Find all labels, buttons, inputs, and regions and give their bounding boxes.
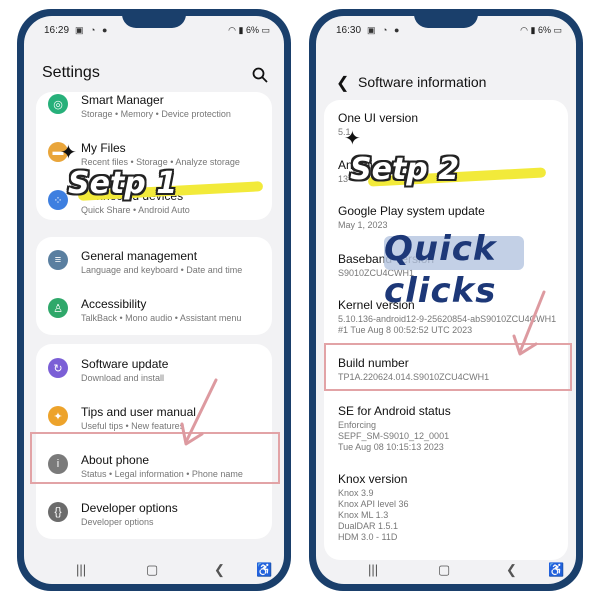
signal-icon: ▮	[238, 25, 244, 35]
search-icon[interactable]	[252, 67, 268, 83]
item-value-line-2: SEPF_SM-S9010_12_0001	[338, 431, 450, 441]
item-title: My Files	[81, 141, 126, 155]
about-phone-highlight	[30, 432, 280, 484]
item-subtitle: Download and install	[81, 373, 165, 383]
page-title: Settings	[42, 64, 100, 81]
accessibility-nav-icon[interactable]: ♿	[256, 562, 272, 578]
sparkle-icon: ✦	[60, 142, 77, 164]
item-title: Smart Manager	[81, 93, 164, 107]
update-icon: ↻	[48, 358, 68, 378]
notification-icons: ▣ ◔ ●	[75, 25, 110, 35]
item-title: General management	[81, 249, 198, 263]
item-value-line-2: #1 Tue Aug 8 00:52:52 UTC 2023	[338, 325, 473, 335]
item-value-line-1: Enforcing	[338, 420, 377, 430]
settings-item-smart-manager[interactable]: ◎ Smart Manager Storage • Memory • Devic…	[36, 92, 272, 132]
item-title: Developer options	[81, 501, 178, 515]
pointer-arrow-left	[180, 378, 218, 446]
item-value-line-3: Tue Aug 08 10:15:13 2023	[338, 442, 444, 452]
settings-item-general-management[interactable]: ≡ General management Language and keyboa…	[36, 240, 272, 288]
left-screen: 16:29 ▣ ◔ ● ◠ ▮ 6% ▭ Settings ◎ Smart Ma…	[24, 16, 284, 584]
status-bar: 16:30 ▣ ◔ ● ◠ ▮ 6% ▭	[316, 16, 576, 46]
status-bar: 16:29 ▣ ◔ ● ◠ ▮ 6% ▭	[24, 16, 284, 46]
back-icon[interactable]: ❮	[336, 73, 349, 93]
grid-icon: ⁘	[48, 190, 68, 210]
item-subtitle: Developer options	[81, 517, 154, 527]
battery-icon: ▭	[261, 25, 270, 35]
item-title: One UI version	[338, 111, 419, 125]
notification-icons: ▣ ◔ ●	[367, 25, 402, 35]
nav-bar: ||| ▢ ❮ ♿	[316, 556, 576, 584]
item-title: Knox version	[338, 472, 408, 486]
back-nav-icon[interactable]: ❮	[214, 562, 225, 578]
home-icon[interactable]: ▢	[146, 562, 158, 578]
item-value-line-1: Knox 3.9	[338, 488, 374, 498]
item-value: May 1, 2023	[338, 220, 388, 230]
accessibility-icon: ♙	[48, 298, 68, 318]
home-icon[interactable]: ▢	[438, 562, 450, 578]
item-subtitle: Language and keyboard • Date and time	[81, 265, 243, 275]
lightbulb-icon: ✦	[48, 406, 68, 426]
item-value: 13	[338, 174, 349, 184]
accessibility-nav-icon[interactable]: ♿	[548, 562, 564, 578]
recents-icon[interactable]: |||	[368, 562, 378, 577]
step-2-label: Setp 2	[350, 152, 460, 187]
page-title: Software information	[358, 74, 487, 90]
settings-card-2: ≡ General management Language and keyboa…	[36, 237, 272, 335]
settings-item-developer-options[interactable]: {} Developer options Developer options	[36, 492, 272, 539]
left-phone: 16:29 ▣ ◔ ● ◠ ▮ 6% ▭ Settings ◎ Smart Ma…	[17, 9, 291, 591]
item-subtitle: TalkBack • Mono audio • Assistant menu	[81, 313, 242, 323]
code-braces-icon: {}	[48, 502, 68, 522]
settings-item-accessibility[interactable]: ♙ Accessibility TalkBack • Mono audio • …	[36, 288, 272, 335]
wifi-icon: ◠	[520, 25, 528, 35]
recents-icon[interactable]: |||	[76, 562, 86, 577]
item-value-line-3: Knox ML 1.3	[338, 510, 389, 520]
item-title: Accessibility	[81, 297, 147, 311]
battery-icon: ▭	[553, 25, 562, 35]
status-right: ◠ ▮ 6% ▭	[520, 25, 562, 36]
item-title: Software update	[81, 357, 169, 371]
status-time: 16:29	[44, 25, 70, 36]
sliders-icon: ≡	[48, 250, 68, 270]
item-value-line-2: Knox API level 36	[338, 499, 409, 509]
status-time: 16:30	[336, 25, 362, 36]
battery-level: 6%	[245, 25, 259, 35]
item-subtitle: Useful tips • New features	[81, 421, 185, 431]
item-value-line-4: DualDAR 1.5.1	[338, 521, 399, 531]
pointer-arrow-right	[512, 290, 546, 356]
back-nav-icon[interactable]: ❮	[506, 562, 517, 578]
item-value-line-5: HDM 3.0 - 11D	[338, 532, 398, 542]
smart-manager-icon: ◎	[48, 94, 68, 114]
item-title: Google Play system update	[338, 204, 485, 218]
wifi-icon: ◠	[228, 25, 236, 35]
status-right: ◠ ▮ 6% ▭	[228, 25, 270, 36]
battery-level: 6%	[537, 25, 551, 35]
signal-icon: ▮	[530, 25, 536, 35]
settings-item-software-update[interactable]: ↻ Software update Download and install	[36, 348, 272, 396]
nav-bar: ||| ▢ ❮ ♿	[24, 556, 284, 584]
step-1-label: Setp 1	[68, 166, 178, 201]
item-subtitle: Quick Share • Android Auto	[81, 205, 190, 215]
sparkle-icon: ✦	[344, 128, 361, 150]
item-subtitle: Storage • Memory • Device protection	[81, 109, 231, 119]
item-title: SE for Android status	[338, 404, 451, 418]
